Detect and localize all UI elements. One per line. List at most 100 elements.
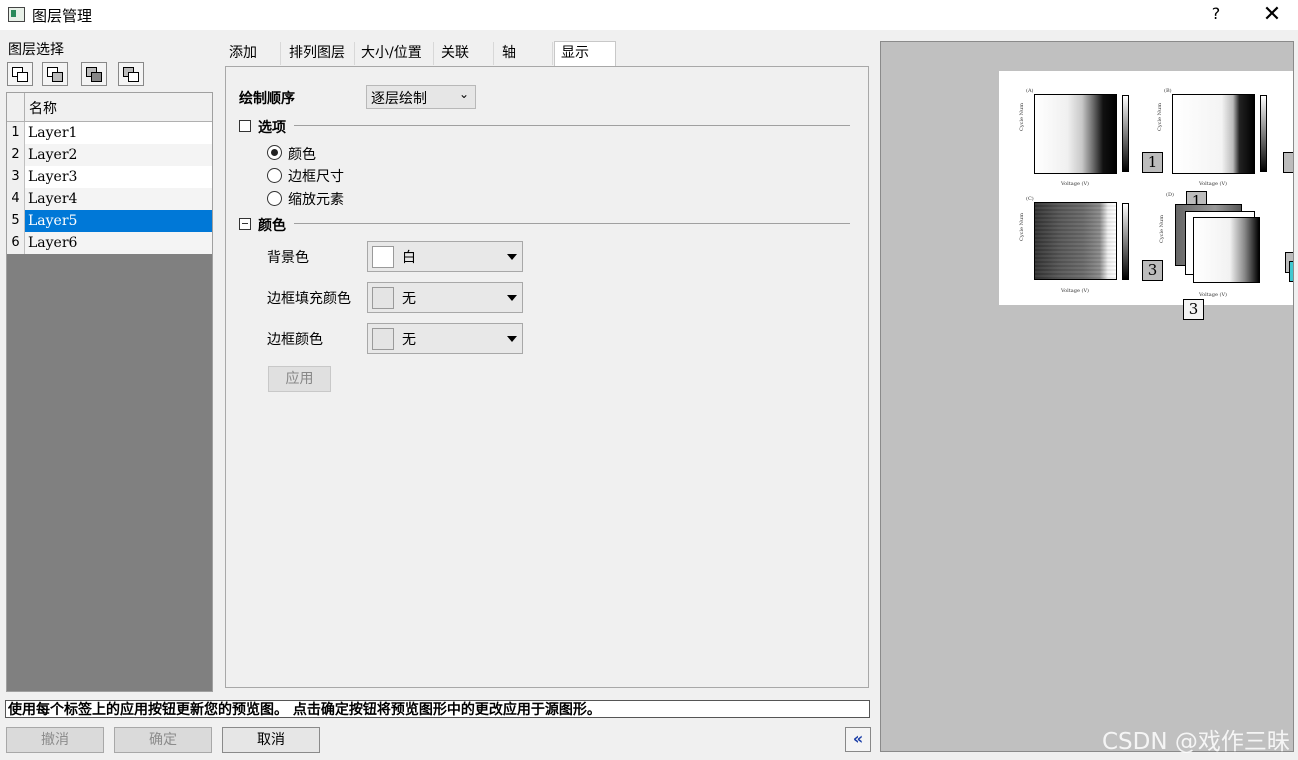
heatmap-c [1034,202,1117,280]
radio-scale-elements[interactable] [267,191,282,206]
dropdown-arrow-icon [507,295,517,301]
undo-button[interactable]: 撤消 [6,727,104,753]
tab-axis[interactable]: 轴 [495,42,553,65]
bg-color-select[interactable]: 白 [367,241,523,272]
panel-a-ylabel: Cycle Num [1019,103,1025,131]
frame-fill-label: 边框填充颜色 [267,291,351,307]
row-index: 1 [7,122,25,144]
frame-fill-select[interactable]: 无 [367,282,523,313]
table-row-selected[interactable]: 5 Layer5 [7,210,212,232]
table-row[interactable]: 6 Layer6 [7,232,212,254]
layer-name[interactable]: Layer1 [25,122,212,144]
tab-add[interactable]: 添加 [223,42,281,65]
layer-badge: 3 [1142,260,1163,281]
apply-button[interactable]: 应用 [268,366,331,392]
heatmap-b [1172,94,1255,174]
radio-frame-size-label: 边框尺寸 [288,169,344,185]
bg-color-label: 背景色 [267,250,309,266]
help-button[interactable]: ? [1206,4,1226,23]
colorbar-c [1122,203,1129,280]
row-index: 4 [7,188,25,210]
close-button[interactable]: ✕ [1260,2,1284,27]
bg-color-swatch [372,246,394,268]
row-index: 6 [7,232,25,254]
panel-b-xlabel: Voltage (V) [1199,181,1228,187]
selected-layer-handle[interactable] [1289,261,1293,282]
frame-fill-value: 无 [402,291,416,307]
panel-c-xlabel: Voltage (V) [1061,288,1090,294]
window-title: 图层管理 [32,7,93,25]
section-divider [294,223,850,224]
panel-b-ylabel: Cycle Num [1157,103,1163,131]
table-row[interactable]: 1 Layer1 [7,122,212,144]
panel-b-label: (B) [1164,88,1172,94]
tab-arrange-layers[interactable]: 排列图层 [283,42,355,65]
hint-bar: 使用每个标签上的应用按钮更新您的预览图。 点击确定按钮将预览图形中的更改应用于源… [5,700,870,718]
panel-a-label: (A) [1026,88,1034,94]
radio-scale-label: 缩放元素 [288,192,344,208]
bring-forward-button[interactable] [42,62,68,86]
app-icon [8,7,25,22]
layer-name[interactable]: Layer4 [25,188,212,210]
dropdown-arrow-icon [507,336,517,342]
offpage-badge [1283,152,1293,173]
tab-link[interactable]: 关联 [435,42,494,65]
section-divider [294,125,850,126]
panel-d-xlabel: Voltage (V) [1199,292,1228,298]
table-row[interactable]: 2 Layer2 [7,144,212,166]
panel-d-ylabel: Cycle Num [1159,215,1165,243]
draw-order-select[interactable]: 逐层绘制 ⌄ [366,85,476,109]
table-row[interactable]: 4 Layer4 [7,188,212,210]
layer-select-label: 图层选择 [8,42,64,58]
colorbar-a [1122,95,1129,172]
preview-page: (A) Cycle Num Voltage (V) 1 (B) Cycle Nu… [999,71,1293,305]
dropdown-arrow-icon [507,254,517,260]
panel-c-label: (C) [1026,196,1034,202]
layer-name[interactable]: Layer6 [25,232,212,254]
options-section-title: 选项 [258,120,286,136]
row-index: 5 [7,210,25,232]
watermark: CSDN @戏作三昧 [1102,729,1290,755]
frame-color-label: 边框颜色 [267,332,323,348]
layer-name[interactable]: Layer5 [25,210,212,232]
draw-order-label: 绘制顺序 [239,91,295,107]
title-bar [0,0,1298,30]
table-header: 名称 [7,93,212,122]
radio-frame-size[interactable] [267,168,282,183]
color-section-title: 颜色 [258,218,286,234]
cancel-button[interactable]: 取消 [222,727,320,753]
column-header-name[interactable]: 名称 [29,98,57,118]
color-collapse-toggle[interactable] [239,218,251,230]
heatmap-a [1034,94,1117,174]
row-index: 3 [7,166,25,188]
layer-name[interactable]: Layer2 [25,144,212,166]
frame-color-swatch [372,328,394,350]
stacked-layer-front [1193,217,1260,283]
header-index-cell [7,93,25,121]
panel-d-label: (D) [1166,192,1174,198]
layer-badge: 3 [1183,299,1204,320]
tab-display[interactable]: 显示 [554,41,616,66]
layer-badge: 1 [1142,152,1163,173]
bring-to-front-button[interactable] [7,62,33,86]
tab-size-position[interactable]: 大小/位置 [355,42,434,65]
bg-color-value: 白 [402,250,416,266]
radio-color-label: 颜色 [288,147,316,163]
ok-button[interactable]: 确定 [114,727,212,753]
table-row[interactable]: 3 Layer3 [7,166,212,188]
draw-order-value: 逐层绘制 [371,91,427,107]
frame-color-select[interactable]: 无 [367,323,523,354]
layer-name[interactable]: Layer3 [25,166,212,188]
colorbar-b [1260,95,1267,172]
send-to-back-button[interactable] [118,62,144,86]
collapse-preview-button[interactable]: « [845,727,871,752]
preview-panel: (A) Cycle Num Voltage (V) 1 (B) Cycle Nu… [880,41,1294,752]
radio-color[interactable] [267,145,282,160]
send-backward-button[interactable] [81,62,107,86]
panel-c-ylabel: Cycle Num [1019,213,1025,241]
frame-color-value: 无 [402,332,416,348]
panel-a-xlabel: Voltage (V) [1061,181,1090,187]
options-checkbox[interactable] [239,120,251,132]
row-index: 2 [7,144,25,166]
chevron-down-icon: ⌄ [458,87,469,101]
